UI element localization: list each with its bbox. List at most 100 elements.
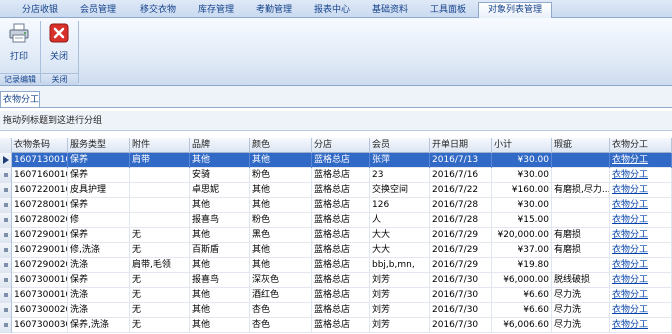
assignment-link[interactable]: 衣物分工 [612,305,648,315]
table-row[interactable]: 16072200101皮具护理 卓思妮其他蓝格总店交换空间2016/7/22¥16… [0,183,672,198]
cell-assignment[interactable]: 衣物分工 [610,198,672,213]
assignment-link[interactable]: 衣物分工 [612,215,648,225]
table-row[interactable]: 16072900101修,洗涤无百斯盾其他蓝格总店大大2016/7/29¥37.… [0,243,672,258]
assignment-link[interactable]: 衣物分工 [612,185,648,195]
column-header-barcode[interactable]: 衣物条码 [12,138,68,153]
cell-assignment[interactable]: 衣物分工 [610,318,672,333]
row-indicator[interactable] [0,288,12,303]
cell-accessory: 肩带 [130,153,190,168]
column-header-accessory[interactable]: 附件 [130,138,190,153]
row-indicator[interactable] [0,258,12,273]
column-header-color[interactable]: 颜色 [250,138,312,153]
cell-assignment[interactable]: 衣物分工 [610,258,672,273]
cell-defect [552,258,610,273]
menu-tab-checkout[interactable]: 分店收银 [18,3,62,18]
cell-assignment[interactable]: 衣物分工 [610,228,672,243]
assignment-link[interactable]: 衣物分工 [612,290,648,300]
assignment-link[interactable]: 衣物分工 [612,230,648,240]
assignment-link[interactable]: 衣物分工 [612,200,648,210]
table-row[interactable]: 16073000301保养,洗涤无其他杏色蓝格总店刘芳2016/7/30¥6,0… [0,318,672,333]
cell-assignment[interactable]: 衣物分工 [610,213,672,228]
menu-tab-object-list[interactable]: 对象列表管理 [478,2,552,19]
table-row[interactable]: 16073000201洗涤无其他杏色蓝格总店刘芳2016/7/30¥6.60尽力… [0,303,672,318]
cell-order-date: 2016/7/13 [430,153,492,168]
table-row[interactable]: 16072800201修 报喜鸟粉色蓝格总店人2016/7/28¥15.00 衣物分… [0,213,672,228]
cell-accessory: 无 [130,228,190,243]
menu-tab-base-data[interactable]: 基础资料 [368,3,412,18]
row-indicator[interactable] [0,213,12,228]
print-button[interactable]: 打印 [3,22,35,64]
column-header-brand[interactable]: 品牌 [190,138,250,153]
cell-assignment[interactable]: 衣物分工 [610,183,672,198]
row-marker-icon [4,323,8,327]
menu-tab-reports[interactable]: 报表中心 [310,3,354,18]
row-indicator[interactable] [0,168,12,183]
assignment-link[interactable]: 衣物分工 [612,320,648,330]
cell-subtotal: ¥6,000.00 [492,273,552,288]
cell-assignment[interactable]: 衣物分工 [610,273,672,288]
cell-accessory [130,183,190,198]
cell-service-type: 洗涤 [68,258,130,273]
assignment-link[interactable]: 衣物分工 [612,260,648,270]
table-row[interactable]: 16073000102洗涤无其他酒红色蓝格总店刘芳2016/7/30¥6.60尽… [0,288,672,303]
row-indicator[interactable] [0,318,12,333]
assignment-link[interactable]: 衣物分工 [612,155,648,165]
cell-accessory [130,168,190,183]
menu-tab-transfer[interactable]: 移交衣物 [136,3,180,18]
row-indicator[interactable] [0,183,12,198]
cell-service-type: 保养 [68,198,130,213]
column-header-service-type[interactable]: 服务类型 [68,138,130,153]
table-row[interactable]: 16073000101保养无报喜鸟深灰色蓝格总店刘芳2016/7/30¥6,00… [0,273,672,288]
close-button-label: 关闭 [49,52,68,62]
table-row[interactable]: 16072900101保养无其他黑色蓝格总店大大2016/7/29¥20,000… [0,228,672,243]
cell-member: 刘芳 [370,318,430,333]
cell-assignment[interactable]: 衣物分工 [610,243,672,258]
cell-assignment[interactable]: 衣物分工 [610,288,672,303]
column-header-defect[interactable]: 瑕疵 [552,138,610,153]
assignment-link[interactable]: 衣物分工 [612,275,648,285]
row-indicator[interactable] [0,303,12,318]
row-indicator[interactable] [0,243,12,258]
table-row[interactable]: 16072900201洗涤肩带,毛领其他其他蓝格总店bbj,b,mn,2016/… [0,258,672,273]
column-header-store[interactable]: 分店 [312,138,370,153]
cell-order-date: 2016/7/29 [430,258,492,273]
cell-service-type: 洗涤 [68,303,130,318]
menu-tab-inventory[interactable]: 库存管理 [194,3,238,18]
cell-brand: 其他 [190,318,250,333]
close-button[interactable]: 关闭 [43,22,75,64]
table-row[interactable]: 16071600101保养 安骑粉色蓝格总店232016/7/16¥30.00 衣物… [0,168,672,183]
cell-defect: 尽力洗 [552,303,610,318]
cell-color: 深灰色 [250,273,312,288]
cell-order-date: 2016/7/29 [430,243,492,258]
row-marker-icon [4,173,8,177]
row-indicator[interactable] [0,153,12,168]
ribbon-group-record-edit-label: 记录编辑 [0,73,40,85]
menu-tab-members[interactable]: 会员管理 [76,3,120,18]
column-header-member[interactable]: 会员 [370,138,430,153]
cell-subtotal: ¥160.00 [492,183,552,198]
assignment-link[interactable]: 衣物分工 [612,245,648,255]
cell-service-type: 皮具护理 [68,183,130,198]
cell-assignment[interactable]: 衣物分工 [610,168,672,183]
cell-brand: 百斯盾 [190,243,250,258]
document-tab[interactable]: 衣物分工 [0,91,40,107]
cell-subtotal: ¥19.80 [492,258,552,273]
close-icon [49,23,69,43]
ribbon: 打印 关闭 记录编辑 关闭 [0,18,672,86]
row-indicator[interactable] [0,198,12,213]
cell-assignment[interactable]: 衣物分工 [610,303,672,318]
column-header-assignment[interactable]: 衣物分工 [610,138,672,153]
row-indicator[interactable] [0,273,12,288]
table-row[interactable]: 16072800101保养其他其他蓝格总店1262016/7/28¥30.00衣… [0,198,672,213]
cell-service-type: 修,洗涤 [68,243,130,258]
menu-tab-tools[interactable]: 工具面板 [426,3,470,18]
group-by-panel[interactable]: 拖动列标题到这进行分组 [0,111,672,131]
current-row-arrow-icon [3,156,9,164]
column-header-subtotal[interactable]: 小计 [492,138,552,153]
row-indicator[interactable] [0,228,12,243]
column-header-order-date[interactable]: 开单日期 [430,138,492,153]
menu-tab-attendance[interactable]: 考勤管理 [252,3,296,18]
cell-assignment[interactable]: 衣物分工 [610,153,672,168]
table-row[interactable]: 16071300101保养肩带其他其他蓝格总店张萍2016/7/13¥30.00… [0,153,672,168]
assignment-link[interactable]: 衣物分工 [612,170,648,180]
